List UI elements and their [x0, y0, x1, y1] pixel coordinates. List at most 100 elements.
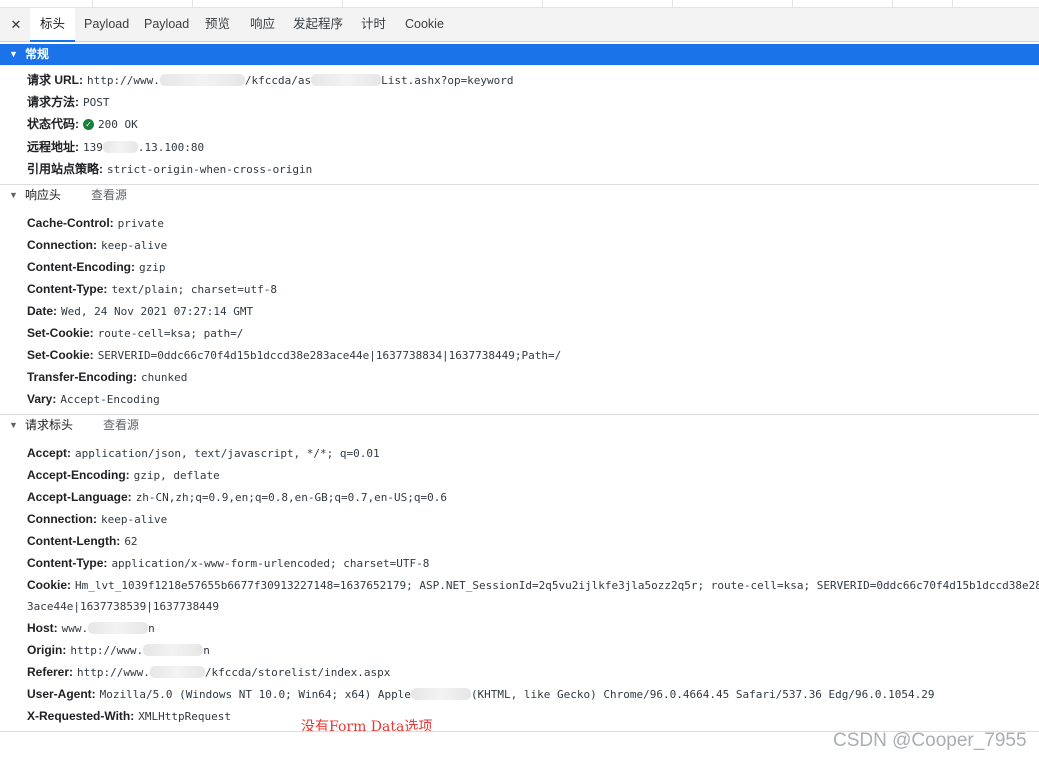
value-prefix: http://www.: [77, 666, 150, 679]
row-key: Set-Cookie:: [27, 348, 94, 362]
value-suffix: /kfccda/storelist/index.aspx: [204, 666, 391, 679]
row-key: Accept-Encoding:: [27, 468, 130, 482]
row-value: 200 OK: [98, 118, 138, 131]
row-key: Vary:: [27, 392, 57, 406]
request-row: Accept: application/json, text/javascript…: [27, 445, 380, 461]
value-suffix: n: [203, 644, 210, 657]
tab-timing[interactable]: 计时: [361, 8, 386, 41]
value-suffix: (KHTML, like Gecko) Chrome/96.0.4664.45 …: [470, 688, 935, 701]
row-value: private: [117, 217, 165, 230]
redacted-blur: [143, 644, 204, 656]
row-value: XMLHttpRequest: [138, 710, 231, 723]
row-value: 139 .13.100:80: [83, 141, 204, 154]
collapse-triangle-icon: ▼: [9, 190, 18, 200]
request-row: Referer: http://www. /kfccda/storelist/ind…: [27, 664, 390, 680]
response-row: Content-Type: text/plain; charset=utf-8: [27, 281, 277, 297]
tab-bar: ✕ 标头 Payload Payload 预览 响应 发起程序 计时 Cooki…: [0, 8, 1039, 42]
check-circle-icon: ✓: [83, 119, 94, 130]
general-row-status: 状态代码: ✓ 200 OK: [27, 116, 138, 132]
row-key: Transfer-Encoding:: [27, 370, 138, 384]
row-key: X-Requested-With:: [27, 709, 135, 723]
row-value: application/x-www-form-urlencoded; chars…: [111, 557, 430, 570]
ip-middle: .13.: [137, 141, 165, 154]
response-row: Set-Cookie: SERVERID=0ddc66c70f4d15b1dccd…: [27, 347, 561, 363]
row-key: 请求方法:: [27, 95, 79, 109]
tab-headers[interactable]: 标头: [30, 8, 76, 42]
row-value: zh-CN,zh;q=0.9,en;q=0.8,en-GB;q=0.7,en-U…: [135, 491, 447, 504]
row-value: http://www. /kfccda/storelist/index.aspx: [77, 666, 390, 679]
row-key: Accept-Language:: [27, 490, 132, 504]
row-value: gzip: [138, 261, 166, 274]
row-key: Connection:: [27, 512, 97, 526]
redacted-blur: [311, 74, 382, 86]
row-value: 62: [124, 535, 138, 548]
row-key: Set-Cookie:: [27, 326, 94, 340]
row-key: Accept:: [27, 446, 72, 460]
row-value: Accept-Encoding: [60, 393, 160, 406]
request-row: Connection: keep-alive: [27, 511, 167, 527]
watermark: CSDN @Cooper_7955: [833, 730, 1027, 751]
row-key: Content-Type:: [27, 556, 108, 570]
view-source-link[interactable]: 查看源: [103, 415, 139, 436]
row-key: Cookie:: [27, 578, 72, 592]
row-value: Mozilla/5.0 (Windows NT 10.0; Win64; x64…: [100, 688, 935, 701]
request-row: Accept-Encoding: gzip, deflate: [27, 467, 220, 483]
url-prefix: http://www.: [87, 74, 160, 87]
ip-suffix: 100:80: [164, 141, 205, 154]
row-value: application/json, text/javascript, */*; …: [75, 447, 380, 460]
close-icon[interactable]: ✕: [7, 16, 25, 34]
top-strip: [0, 0, 1039, 8]
request-row: Accept-Language: zh-CN,zh;q=0.9,en;q=0.8,…: [27, 489, 447, 505]
tab-payload-2[interactable]: Payload: [144, 8, 189, 41]
response-row: Connection: keep-alive: [27, 237, 167, 253]
response-headers-section-header[interactable]: ▼ 响应头 查看源: [0, 184, 1039, 207]
tab-response[interactable]: 响应: [250, 8, 275, 41]
row-key: Content-Length:: [27, 534, 121, 548]
request-headers-section-header[interactable]: ▼ 请求标头 查看源: [0, 414, 1039, 437]
redacted-blur: [88, 622, 149, 634]
redacted-blur: [149, 666, 205, 678]
value-prefix: www.: [61, 622, 89, 635]
response-row: Transfer-Encoding: chunked: [27, 369, 187, 385]
tab-payload[interactable]: Payload: [84, 8, 129, 41]
request-row: Content-Length: 62: [27, 533, 138, 549]
row-value: www. n: [62, 622, 155, 635]
redacted-blur: [159, 74, 245, 86]
redacted-blur: [410, 688, 471, 700]
row-value: keep-alive: [101, 513, 168, 526]
row-key: 远程地址:: [27, 140, 79, 154]
url-path: /kfccda/as: [244, 74, 312, 87]
row-key: Content-Type:: [27, 282, 108, 296]
tab-preview[interactable]: 预览: [205, 8, 230, 41]
row-key: Content-Encoding:: [27, 260, 135, 274]
row-value: gzip, deflate: [133, 469, 220, 482]
request-row: X-Requested-With: XMLHttpRequest: [27, 708, 231, 724]
row-key: Date:: [27, 304, 58, 318]
request-row: Origin: http://www. n: [27, 642, 210, 658]
general-section-title: 常规: [25, 47, 50, 61]
row-key: 状态代码:: [27, 117, 79, 131]
url-suffix: List.ashx?op=keyword: [381, 74, 514, 87]
request-row: Host: www. n: [27, 620, 155, 636]
general-row-url: 请求 URL: http://www. /kfccda/as List.ashx?op…: [27, 72, 514, 88]
tab-cookie[interactable]: Cookie: [405, 8, 444, 41]
request-row-cookie-cont: 3ace44e|1637738539|1637738449: [27, 598, 219, 614]
value-prefix: http://www.: [70, 644, 144, 657]
row-value: Wed, 24 Nov 2021 07:27:14 GMT: [61, 305, 254, 318]
ip-prefix: 139: [83, 141, 103, 154]
value-prefix: Mozilla/5.0 (Windows NT 10.0; Win64; x64…: [99, 688, 411, 701]
general-section-header[interactable]: ▼ 常规: [0, 44, 1039, 65]
row-value: Hm_lvt_1039f1218e57655b6677f30913227148=…: [75, 579, 1039, 592]
request-row-cookie: Cookie: Hm_lvt_1039f1218e57655b6677f30913…: [27, 577, 1039, 593]
row-key: 请求 URL:: [27, 73, 83, 87]
general-row-remote: 远程地址: 139 .13.100:80: [27, 139, 204, 155]
row-key: Host:: [27, 621, 58, 635]
response-row: Set-Cookie: route-cell=ksa; path=/: [27, 325, 243, 341]
row-value: POST: [83, 96, 110, 109]
view-source-link[interactable]: 查看源: [91, 185, 127, 206]
annotation-note: 没有Form Data选项: [301, 719, 433, 735]
tab-initiator[interactable]: 发起程序: [293, 8, 343, 41]
row-value: keep-alive: [101, 239, 168, 252]
row-value: SERVERID=0ddc66c70f4d15b1dccd38e283ace44…: [97, 349, 562, 362]
row-key: Referer:: [27, 665, 74, 679]
